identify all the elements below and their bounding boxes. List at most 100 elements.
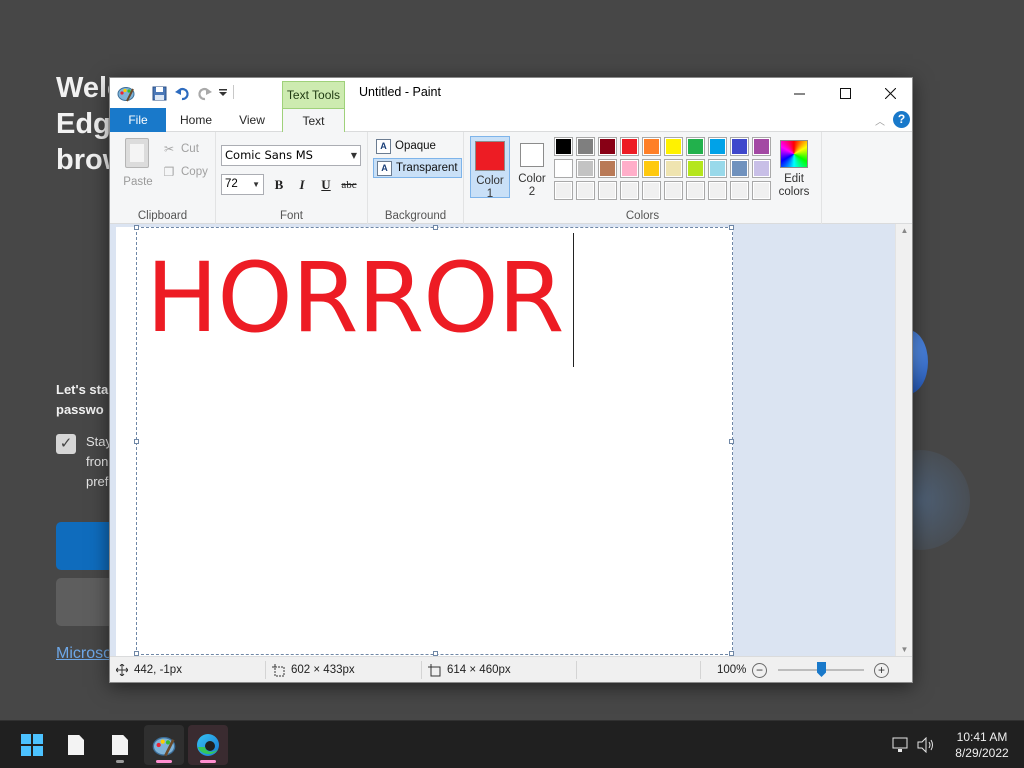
underline-button[interactable]: U <box>316 175 336 195</box>
palette-swatch[interactable] <box>686 159 705 178</box>
background-group-label: Background <box>384 210 447 222</box>
transparent-option[interactable]: A Transparent <box>373 158 462 178</box>
undo-icon[interactable] <box>173 84 191 102</box>
cut-button[interactable]: ✂ Cut <box>162 140 199 158</box>
resize-handle[interactable] <box>729 439 734 444</box>
palette-swatch[interactable] <box>664 181 683 200</box>
scroll-down-icon[interactable]: ▼ <box>896 645 912 654</box>
strikethrough-button[interactable]: abc <box>339 175 359 195</box>
palette-swatch[interactable] <box>554 159 573 178</box>
window-title: Untitled - Paint <box>359 85 441 99</box>
palette-swatch[interactable] <box>664 159 683 178</box>
close-button[interactable] <box>867 78 912 108</box>
selection-icon <box>272 663 285 676</box>
paste-button[interactable]: Paste <box>120 136 156 192</box>
palette-swatch[interactable] <box>620 137 639 156</box>
palette-swatch[interactable] <box>642 137 661 156</box>
chevron-down-icon: ▼ <box>350 151 357 160</box>
collapse-ribbon-icon[interactable]: ︿ <box>875 113 885 128</box>
start-button[interactable] <box>12 725 52 765</box>
help-icon[interactable]: ? <box>893 111 910 128</box>
opaque-option[interactable]: A Opaque <box>373 136 439 156</box>
scroll-up-icon[interactable]: ▲ <box>896 226 912 235</box>
tab-view[interactable]: View <box>226 108 278 132</box>
palette-swatch[interactable] <box>708 137 727 156</box>
taskbar-notepad-2[interactable] <box>100 725 140 765</box>
copy-label: Copy <box>181 166 208 178</box>
palette-swatch[interactable] <box>752 137 771 156</box>
bold-button[interactable]: B <box>269 175 289 195</box>
canvas-workspace: HORROR <box>110 224 895 656</box>
save-icon[interactable] <box>150 84 168 102</box>
palette-swatch[interactable] <box>576 159 595 178</box>
palette-swatch[interactable] <box>598 159 617 178</box>
palette-swatch[interactable] <box>598 137 617 156</box>
tab-file[interactable]: File <box>110 108 166 132</box>
font-size-dropdown[interactable]: 72 ▼ <box>221 174 264 195</box>
color2-button[interactable]: Color 2 <box>512 136 552 198</box>
copy-button[interactable]: ❐ Copy <box>162 163 208 181</box>
resize-handle[interactable] <box>433 225 438 230</box>
palette-swatch[interactable] <box>730 137 749 156</box>
stay-signed-in-checkbox[interactable]: ✓ <box>56 434 76 454</box>
status-bar: 442, -1px 602 × 433px 614 × 460px 100% −… <box>110 656 912 682</box>
document-icon <box>112 735 128 755</box>
italic-button[interactable]: I <box>292 175 312 195</box>
taskbar-paint[interactable] <box>144 725 184 765</box>
redo-icon[interactable] <box>195 84 213 102</box>
ribbon: Paste ✂ Cut ❐ Copy Clipboard Font Comic … <box>110 132 912 224</box>
zoom-out-button[interactable]: − <box>752 663 767 678</box>
edge-icon <box>197 734 219 756</box>
colors-group-label: Colors <box>625 210 660 222</box>
resize-handle[interactable] <box>729 225 734 230</box>
cut-label: Cut <box>181 143 199 155</box>
zoom-in-button[interactable]: + <box>874 663 889 678</box>
palette-swatch[interactable] <box>686 181 705 200</box>
network-icon[interactable] <box>892 721 910 768</box>
paint-app-icon[interactable] <box>117 84 135 102</box>
document-icon <box>68 735 84 755</box>
color1-button[interactable]: Color 1 <box>470 136 510 200</box>
palette-swatch[interactable] <box>708 159 727 178</box>
palette-swatch[interactable] <box>642 181 661 200</box>
palette-swatch[interactable] <box>752 181 771 200</box>
status-divider <box>700 661 701 679</box>
maximize-button[interactable] <box>822 78 868 108</box>
palette-swatch[interactable] <box>708 181 727 200</box>
volume-icon[interactable] <box>917 721 935 768</box>
tab-home[interactable]: Home <box>170 108 222 132</box>
palette-swatch[interactable] <box>752 159 771 178</box>
zoom-slider-thumb[interactable] <box>817 662 826 677</box>
text-box-selection[interactable] <box>134 225 734 656</box>
taskbar-edge[interactable] <box>188 725 228 765</box>
palette-swatch[interactable] <box>730 181 749 200</box>
palette-swatch[interactable] <box>686 137 705 156</box>
palette-swatch[interactable] <box>554 181 573 200</box>
font-family-dropdown[interactable]: Comic Sans MS ▼ <box>221 145 361 166</box>
palette-swatch[interactable] <box>554 137 573 156</box>
vertical-scrollbar[interactable]: ▲ ▼ <box>895 224 912 656</box>
palette-swatch[interactable] <box>730 159 749 178</box>
edit-colors-button[interactable]: Edit colors <box>777 136 811 200</box>
palette-swatch[interactable] <box>620 181 639 200</box>
palette-swatch[interactable] <box>598 181 617 200</box>
palette-swatch[interactable] <box>642 159 661 178</box>
cursor-position-value: 442, -1px <box>134 664 182 676</box>
taskbar-notepad-1[interactable] <box>56 725 96 765</box>
palette-swatch[interactable] <box>620 159 639 178</box>
minimize-button[interactable] <box>776 78 822 108</box>
microsoft-link[interactable]: Microso <box>56 645 112 663</box>
qat-separator <box>233 85 234 99</box>
maximize-icon <box>839 87 851 99</box>
palette-swatch[interactable] <box>664 137 683 156</box>
palette-swatch[interactable] <box>576 137 595 156</box>
customize-qat-icon[interactable] <box>214 84 232 102</box>
tab-text[interactable]: Text <box>282 108 345 133</box>
resize-handle[interactable] <box>134 439 139 444</box>
resize-handle[interactable] <box>134 225 139 230</box>
clipboard-group: Paste ✂ Cut ❐ Copy Clipboard <box>110 132 216 224</box>
palette-swatch[interactable] <box>576 181 595 200</box>
selection-size: 602 × 433px <box>272 657 355 682</box>
clipboard-group-label: Clipboard <box>137 210 188 222</box>
system-clock[interactable]: 10:41 AM 8/29/2022 <box>944 729 1020 761</box>
